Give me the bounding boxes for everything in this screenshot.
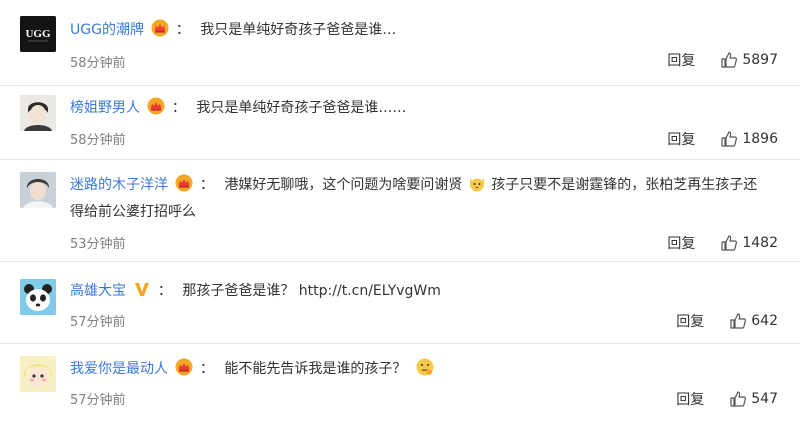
comment-item: UGG UGG的潮牌 ： 我只是单纯好奇孩子爸爸是谁… 58分钟前 回复 589… [0, 0, 800, 86]
crown-icon [151, 19, 169, 37]
thinking-emoji [416, 358, 434, 376]
comment-item: 我爱你是最动人 ： 能不能先告诉我是谁的孩子？ 57分钟前 回复 547 [0, 344, 800, 422]
cat-face-emoji [469, 178, 484, 192]
like-count: 1482 [742, 235, 778, 251]
comment-item: 迷路的木子洋洋 ： 港媒好无聊哦，这个问题为啥要问谢贤 孩子只要不是谢霆锋的，张… [0, 160, 800, 262]
separator: ： [199, 361, 214, 377]
separator: ： [157, 283, 172, 299]
comment-text: 我只是单纯好奇孩子爸爸是谁… [200, 22, 397, 38]
reply-button[interactable]: 回复 [676, 311, 704, 331]
comment-actions: 回复 1896 [667, 129, 778, 149]
comment-actions: 回复 547 [676, 389, 778, 409]
thumbs-up-icon [721, 131, 738, 147]
comment-actions: 回复 5897 [667, 50, 778, 70]
separator: ： [171, 100, 186, 116]
like-count: 642 [751, 313, 778, 329]
avatar[interactable] [20, 95, 56, 131]
verified-v-icon [135, 283, 150, 296]
reply-button[interactable]: 回复 [676, 389, 704, 409]
thumbs-up-icon [730, 391, 747, 407]
reply-button[interactable]: 回复 [667, 129, 695, 149]
cartoon-avatar-icon [20, 356, 56, 392]
avatar[interactable]: UGG [20, 16, 56, 52]
comment-actions: 回复 642 [676, 311, 778, 331]
username-link[interactable]: 高雄大宝 [70, 283, 126, 299]
like-count: 1896 [742, 131, 778, 147]
portrait-avatar-icon [20, 95, 56, 131]
timestamp: 58分钟前 [70, 133, 126, 148]
like-button[interactable]: 1896 [720, 130, 778, 148]
panda-avatar-icon [20, 279, 56, 315]
svg-text:UGG: UGG [25, 28, 51, 40]
comment-line: UGG的潮牌 ： 我只是单纯好奇孩子爸爸是谁… [70, 17, 770, 44]
like-count: 547 [751, 391, 778, 407]
avatar[interactable] [20, 279, 56, 315]
ugg-logo-icon: UGG [20, 16, 56, 52]
timestamp: 58分钟前 [70, 56, 126, 71]
like-count: 5897 [742, 52, 778, 68]
username-link[interactable]: 迷路的木子洋洋 [70, 177, 168, 193]
comment-text: 那孩子爸爸是谁？ http://t.cn/ELYvgWm [182, 283, 441, 299]
crown-icon [147, 97, 165, 115]
comment-line: 榜姐野男人 ： 我只是单纯好奇孩子爸爸是谁…… [70, 95, 770, 122]
username-link[interactable]: 榜姐野男人 [70, 100, 140, 116]
like-button[interactable]: 642 [729, 312, 778, 330]
like-button[interactable]: 547 [729, 390, 778, 408]
thumbs-up-icon [730, 313, 747, 329]
separator: ： [199, 177, 214, 193]
crown-icon [175, 358, 193, 376]
thumbs-up-icon [721, 52, 738, 68]
comment-actions: 回复 1482 [667, 233, 778, 253]
username-link[interactable]: UGG的潮牌 [70, 22, 144, 38]
like-button[interactable]: 5897 [720, 51, 778, 69]
reply-button[interactable]: 回复 [667, 50, 695, 70]
comment-text: 能不能先告诉我是谁的孩子？ [224, 361, 407, 377]
reply-button[interactable]: 回复 [667, 233, 695, 253]
comment-item: 高雄大宝 ： 那孩子爸爸是谁？ http://t.cn/ELYvgWm 57分钟… [0, 262, 800, 344]
like-button[interactable]: 1482 [720, 234, 778, 252]
avatar[interactable] [20, 172, 56, 208]
timestamp: 57分钟前 [70, 315, 126, 330]
separator: ： [175, 22, 190, 38]
comment-line: 迷路的木子洋洋 ： 港媒好无聊哦，这个问题为啥要问谢贤 孩子只要不是谢霆锋的，张… [70, 172, 770, 226]
comment-text: 港媒好无聊哦，这个问题为啥要问谢贤 [224, 177, 463, 193]
username-link[interactable]: 我爱你是最动人 [70, 361, 168, 377]
comment-line: 高雄大宝 ： 那孩子爸爸是谁？ http://t.cn/ELYvgWm [70, 278, 770, 305]
crown-icon [175, 174, 193, 192]
timestamp: 53分钟前 [70, 237, 126, 252]
timestamp: 57分钟前 [70, 393, 126, 408]
comment-line: 我爱你是最动人 ： 能不能先告诉我是谁的孩子？ [70, 356, 770, 383]
portrait-avatar-icon [20, 172, 56, 208]
comment-text: 我只是单纯好奇孩子爸爸是谁…… [196, 100, 407, 116]
comment-item: 榜姐野男人 ： 我只是单纯好奇孩子爸爸是谁…… 58分钟前 回复 1896 [0, 86, 800, 160]
avatar[interactable] [20, 356, 56, 392]
thumbs-up-icon [721, 235, 738, 251]
